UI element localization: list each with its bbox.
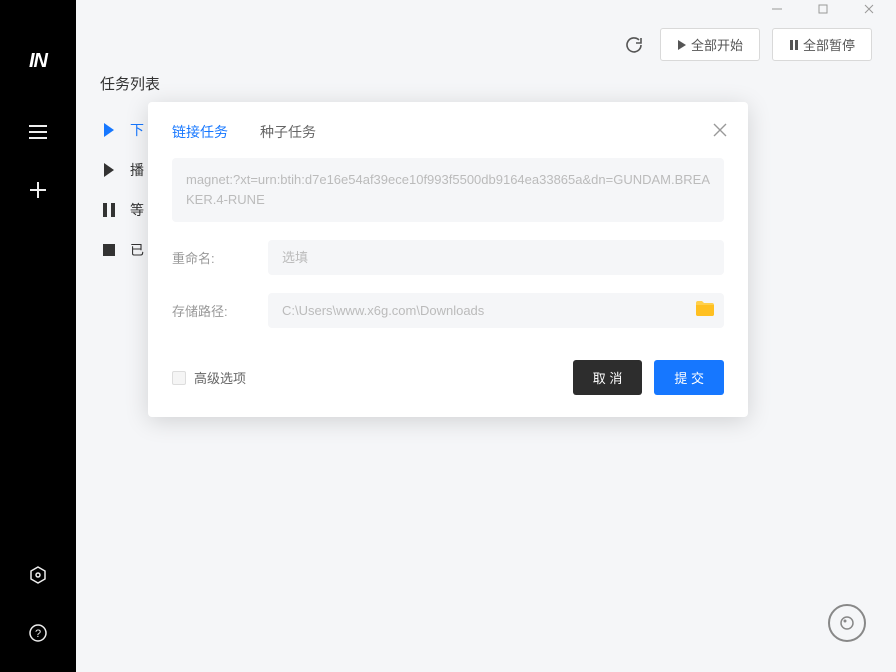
advanced-label: 高级选项 [194, 368, 246, 387]
rename-input[interactable] [268, 240, 724, 275]
modal-actions: 取 消 提 交 [573, 360, 724, 395]
add-task-modal: 链接任务 种子任务 magnet:?xt=urn:btih:d7e16e54af… [148, 102, 748, 417]
path-input[interactable] [268, 293, 724, 328]
modal-footer: 高级选项 取 消 提 交 [148, 332, 748, 417]
submit-button[interactable]: 提 交 [654, 360, 724, 395]
path-row: 存储路径: [172, 293, 724, 328]
modal-tabs: 链接任务 种子任务 [148, 102, 748, 154]
advanced-options-checkbox[interactable]: 高级选项 [172, 368, 246, 387]
modal-close-button[interactable] [708, 118, 732, 142]
modal-overlay: 链接任务 种子任务 magnet:?xt=urn:btih:d7e16e54af… [0, 0, 896, 672]
rename-row: 重命名: [172, 240, 724, 275]
path-label: 存储路径: [172, 301, 252, 320]
tab-link-task[interactable]: 链接任务 [172, 122, 228, 142]
checkbox-icon [172, 371, 186, 385]
tab-torrent-task[interactable]: 种子任务 [260, 122, 316, 142]
rename-label: 重命名: [172, 248, 252, 267]
modal-body: magnet:?xt=urn:btih:d7e16e54af39ece10f99… [148, 154, 748, 332]
magnet-link-input[interactable]: magnet:?xt=urn:btih:d7e16e54af39ece10f99… [172, 158, 724, 222]
folder-icon[interactable] [696, 301, 714, 321]
cancel-button[interactable]: 取 消 [573, 360, 643, 395]
